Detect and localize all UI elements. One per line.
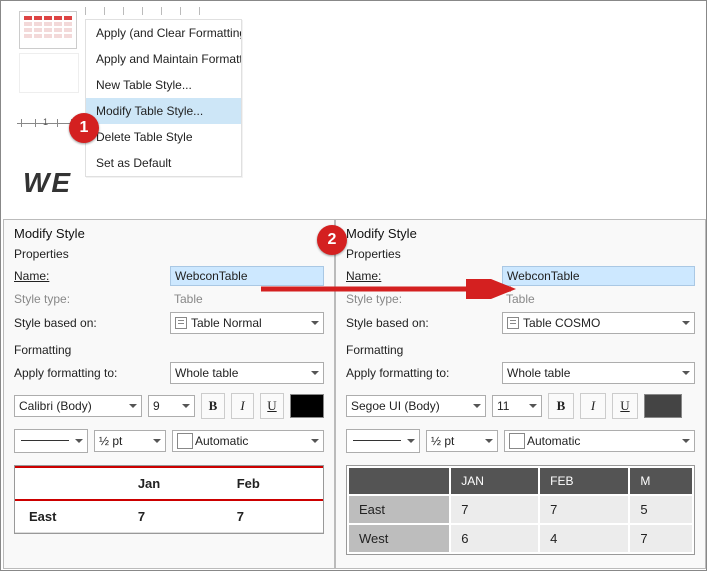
table-style-context-menu: Apply (and Clear Formatting) Apply and M… bbox=[85, 19, 242, 177]
dialog-title: Modify Style bbox=[4, 220, 334, 241]
menu-set-default[interactable]: Set as Default bbox=[86, 150, 241, 176]
modify-style-dialog-right: Modify Style Properties Name: WebconTabl… bbox=[335, 219, 706, 569]
formatting-section-label: Formatting bbox=[4, 337, 334, 359]
border-color-combo[interactable]: Automatic bbox=[504, 430, 695, 452]
style-type-label: Style type: bbox=[346, 292, 496, 306]
name-label: Name: bbox=[14, 269, 164, 283]
dialog-title: Modify Style bbox=[336, 220, 705, 241]
border-style-combo[interactable] bbox=[346, 429, 420, 453]
font-size-combo[interactable]: 9 bbox=[148, 395, 195, 417]
menu-modify-table-style[interactable]: Modify Table Style... bbox=[86, 98, 241, 124]
font-combo[interactable]: Calibri (Body) bbox=[14, 395, 142, 417]
underline-button[interactable]: U bbox=[612, 393, 638, 419]
bold-button[interactable]: B bbox=[201, 393, 225, 419]
border-weight-combo[interactable]: ½ pt bbox=[426, 430, 498, 452]
preview-table: JanFeb East77 bbox=[14, 465, 324, 534]
border-color-combo[interactable]: Automatic bbox=[172, 430, 324, 452]
apply-to-combo[interactable]: Whole table bbox=[170, 362, 324, 384]
menu-new-table-style[interactable]: New Table Style... bbox=[86, 72, 241, 98]
style-based-on-combo[interactable]: Table COSMO bbox=[502, 312, 695, 334]
top-ruler-ticks bbox=[85, 7, 306, 17]
menu-delete-table-style[interactable]: Delete Table Style bbox=[86, 124, 241, 150]
style-based-on-label: Style based on: bbox=[14, 316, 164, 330]
annotation-marker-1: 1 bbox=[69, 113, 99, 143]
apply-to-label: Apply formatting to: bbox=[346, 366, 496, 380]
italic-button[interactable]: I bbox=[231, 393, 255, 419]
auto-color-icon bbox=[509, 433, 525, 449]
table-icon bbox=[175, 317, 187, 329]
font-size-combo[interactable]: 11 bbox=[492, 395, 542, 417]
properties-section-label: Properties bbox=[4, 241, 334, 263]
document-text-we: WE bbox=[23, 169, 72, 197]
font-color-swatch[interactable] bbox=[644, 394, 682, 418]
underline-button[interactable]: U bbox=[260, 393, 284, 419]
modify-style-dialog-left: Modify Style Properties Name: WebconTabl… bbox=[3, 219, 335, 569]
formatting-section-label: Formatting bbox=[336, 337, 705, 359]
style-based-on-combo[interactable]: Table Normal bbox=[170, 312, 324, 334]
apply-to-label: Apply formatting to: bbox=[14, 366, 164, 380]
menu-apply-maintain[interactable]: Apply and Maintain Formatting bbox=[86, 46, 241, 72]
name-input[interactable]: WebconTable bbox=[502, 266, 695, 286]
font-color-swatch[interactable] bbox=[290, 394, 324, 418]
apply-to-combo[interactable]: Whole table bbox=[502, 362, 695, 384]
style-type-value: Table bbox=[170, 292, 324, 306]
auto-color-icon bbox=[177, 433, 193, 449]
border-style-combo[interactable] bbox=[14, 429, 88, 453]
table-style-thumbnail[interactable] bbox=[19, 53, 79, 93]
table-icon bbox=[507, 317, 519, 329]
name-input[interactable]: WebconTable bbox=[170, 266, 324, 286]
bold-button[interactable]: B bbox=[548, 393, 574, 419]
preview-table: JANFEBM East775 West647 bbox=[346, 465, 695, 555]
table-style-thumbnail-selected[interactable] bbox=[19, 11, 77, 49]
style-type-label: Style type: bbox=[14, 292, 164, 306]
style-type-value: Table bbox=[502, 292, 695, 306]
italic-button[interactable]: I bbox=[580, 393, 606, 419]
annotation-marker-2: 2 bbox=[317, 225, 347, 255]
name-label: Name: bbox=[346, 269, 496, 283]
properties-section-label: Properties bbox=[336, 241, 705, 263]
style-based-on-label: Style based on: bbox=[346, 316, 496, 330]
menu-apply-clear[interactable]: Apply (and Clear Formatting) bbox=[86, 20, 241, 46]
border-weight-combo[interactable]: ½ pt bbox=[94, 430, 166, 452]
font-combo[interactable]: Segoe UI (Body) bbox=[346, 395, 486, 417]
